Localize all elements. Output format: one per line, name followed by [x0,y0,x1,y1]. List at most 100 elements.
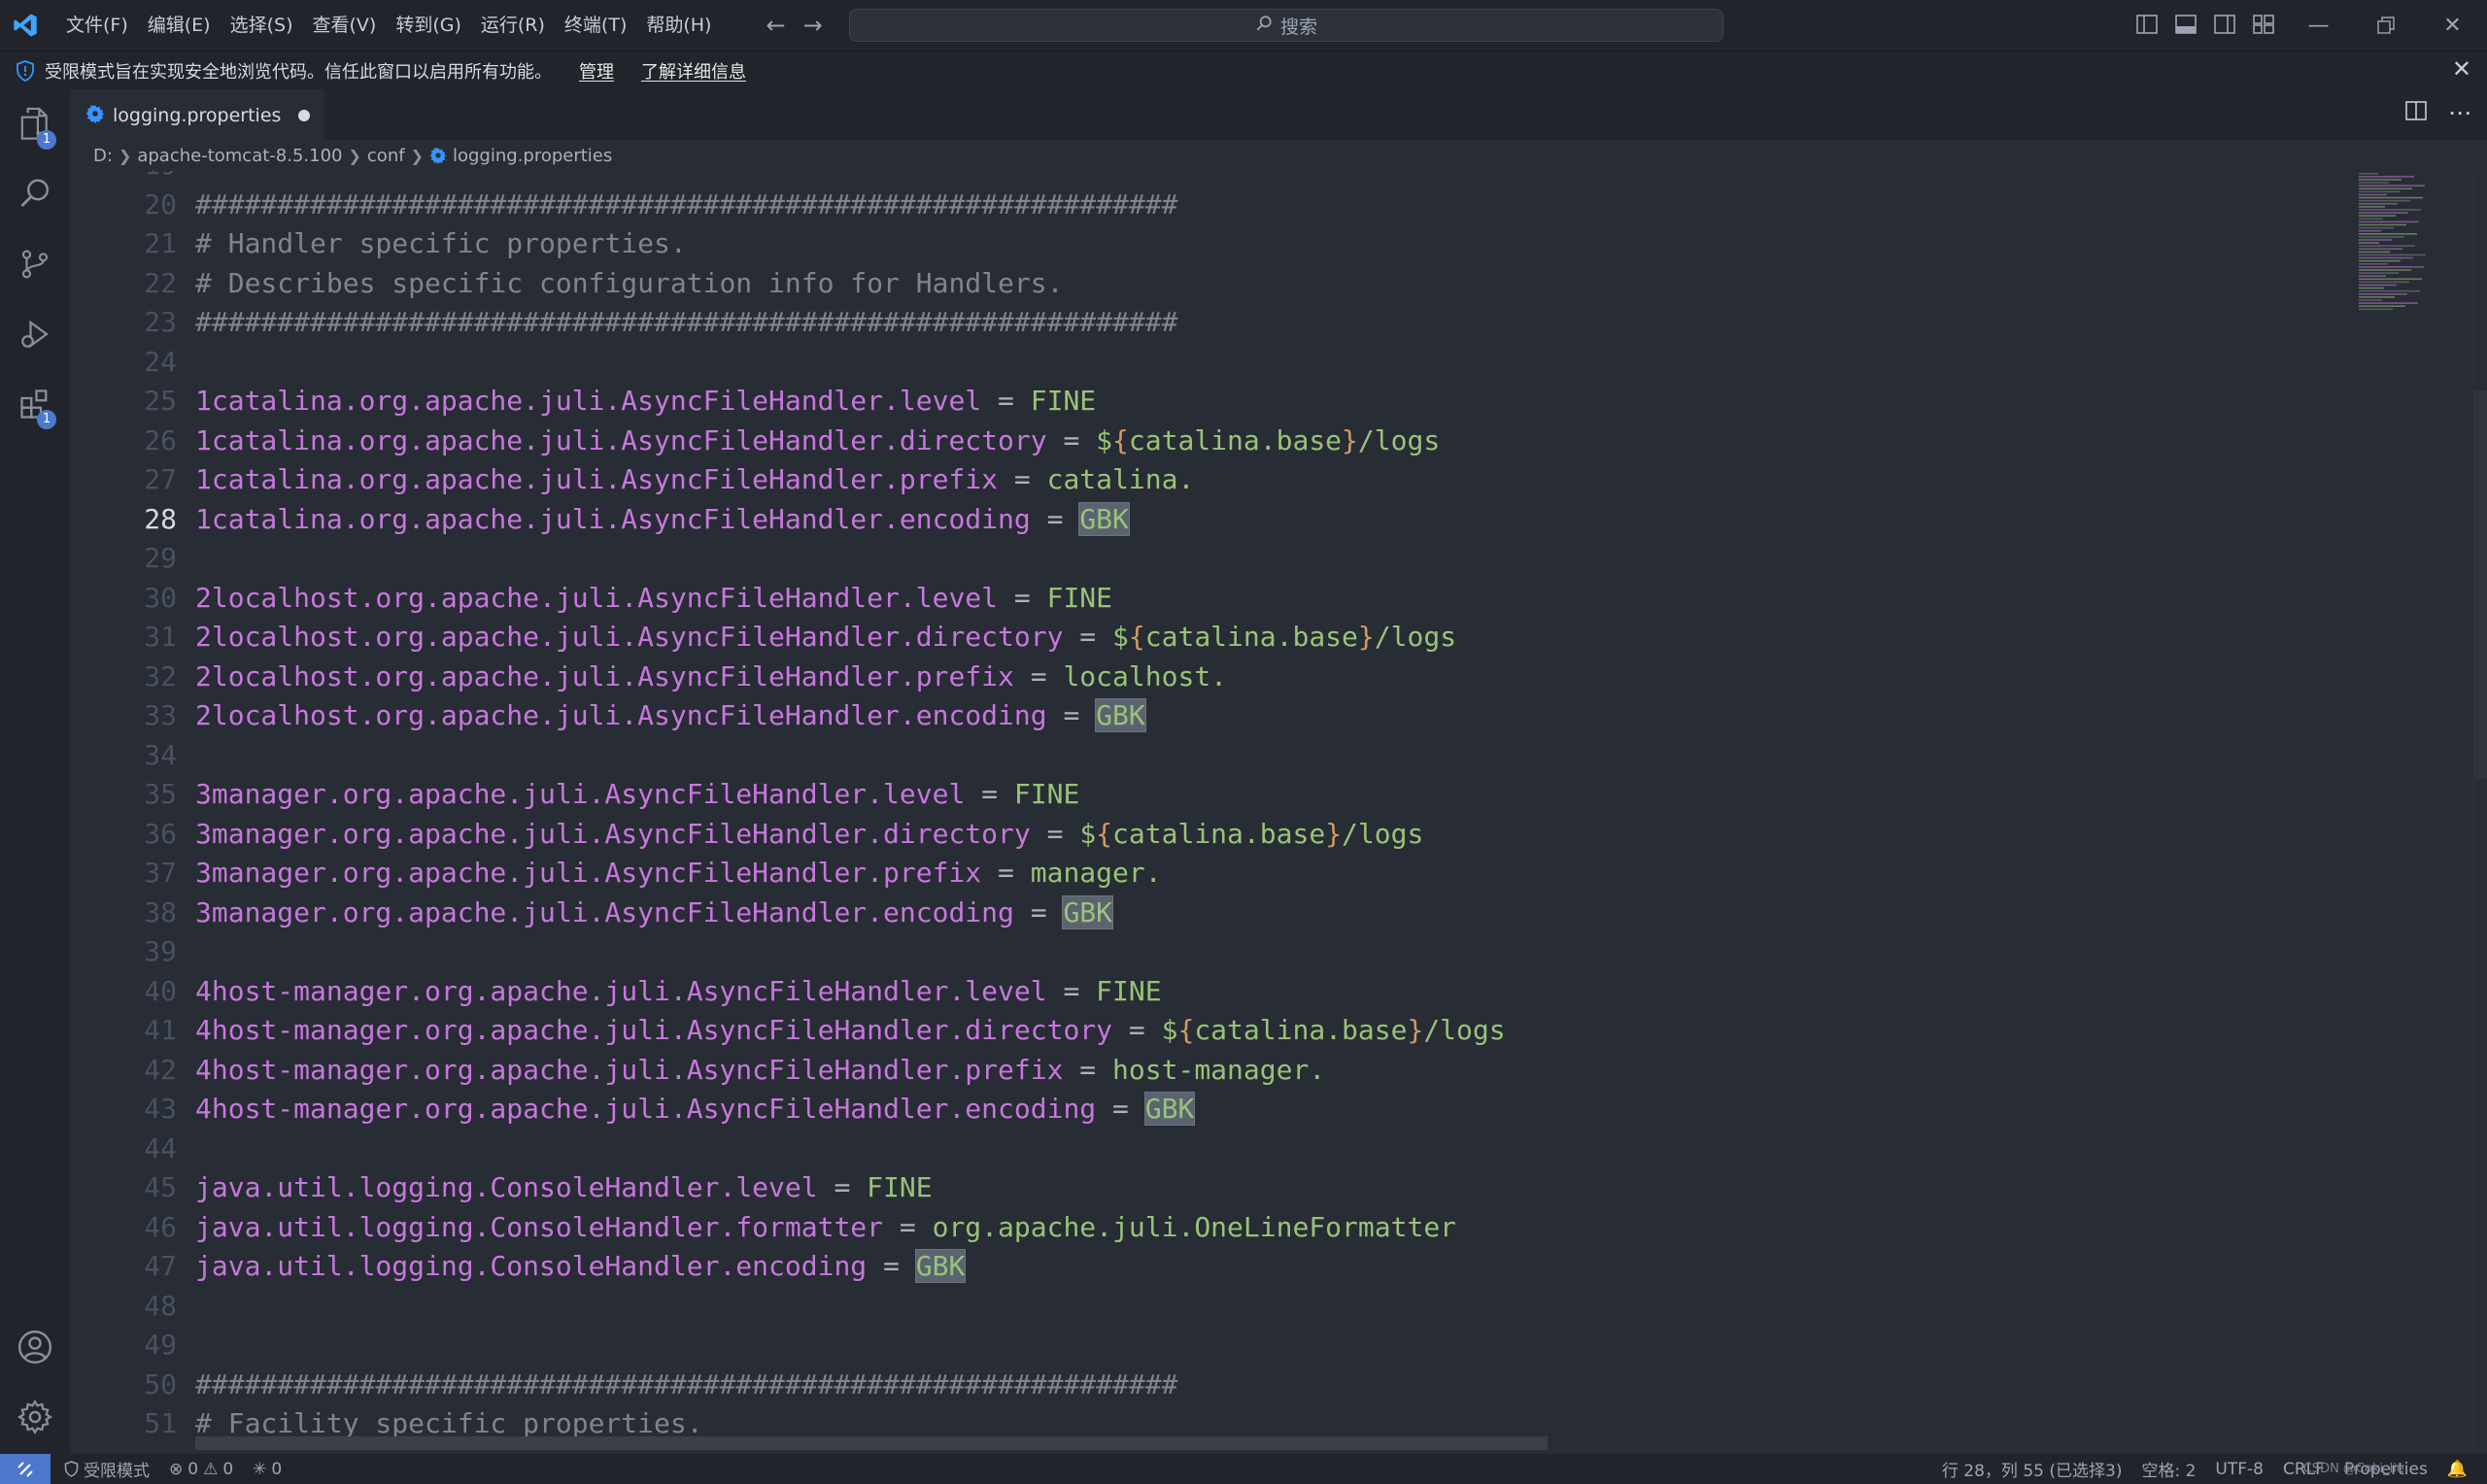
indentation[interactable]: 空格: 2 [2131,1457,2205,1481]
tab-logging-properties[interactable]: logging.properties [70,89,324,140]
code-line[interactable]: 4host-manager.org.apache.juli.AsyncFileH… [195,1051,1506,1091]
gear-file-icon [85,104,105,127]
code-line[interactable]: ########################################… [195,1366,1506,1405]
equals-sign: = [1030,502,1080,535]
code-line[interactable]: ########################################… [195,303,1506,343]
banner-learn-more-link[interactable]: 了解详细信息 [641,58,746,84]
settings-gear-icon[interactable] [0,1382,70,1452]
equals-sign: = [1046,974,1097,1007]
code-line[interactable]: java.util.logging.ConsoleHandler.level =… [195,1168,1506,1208]
code-line[interactable]: 3manager.org.apache.juli.AsyncFileHandle… [195,815,1506,855]
language-mode[interactable]: Properties CSDN @Coki_lie [2303,1460,2437,1479]
code-line[interactable] [195,171,1506,186]
file-encoding[interactable]: UTF-8 [2205,1460,2273,1479]
breadcrumb-folder[interactable]: apache-tomcat-8.5.100 [137,146,342,166]
code-line[interactable] [195,539,1506,579]
menu-go[interactable]: 转到(G) [386,8,471,43]
code-line[interactable] [195,932,1506,972]
brace-open: { [1128,621,1145,653]
horizontal-scrollbar[interactable] [195,1436,1548,1450]
code-line[interactable]: 2localhost.org.apache.juli.AsyncFileHand… [195,658,1506,697]
equals-sign: = [981,385,1031,417]
problems-status[interactable]: ⊗ 0 ⚠ 0 [159,1460,243,1479]
cursor-position[interactable]: 行 28，列 55 (已选择3) [1932,1457,2132,1481]
menu-selection[interactable]: 选择(S) [221,8,303,43]
code-line[interactable]: java.util.logging.ConsoleHandler.formatt… [195,1208,1506,1248]
customize-layout-icon[interactable] [2252,12,2275,37]
remote-indicator-icon[interactable] [0,1454,51,1484]
restore-icon[interactable] [2352,0,2419,51]
split-editor-icon[interactable] [2405,101,2427,124]
code-line[interactable] [195,736,1506,776]
code-line[interactable] [195,343,1506,383]
line-number: 42 [144,1053,177,1086]
line-number: 19 [70,171,177,186]
run-and-debug-icon[interactable] [0,299,70,369]
code-line[interactable] [195,1326,1506,1366]
code-line[interactable]: 1catalina.org.apache.juli.AsyncFileHandl… [195,382,1506,422]
comment: # Describes specific configuration info … [195,266,1064,299]
code-line[interactable]: java.util.logging.ConsoleHandler.encodin… [195,1247,1506,1287]
code-line[interactable]: # Describes specific configuration info … [195,264,1506,304]
unsaved-dot-icon[interactable] [298,110,311,121]
ports-status[interactable]: ✳ 0 [243,1460,291,1479]
banner-close-icon[interactable]: ✕ [2452,55,2471,83]
arrow-right-icon[interactable]: → [803,14,823,37]
restricted-mode-status[interactable]: 受限模式 [51,1457,159,1481]
vertical-scrollbar-thumb[interactable] [2473,390,2487,779]
command-center-search[interactable]: 搜索 [849,9,1723,42]
brace-close: } [1325,817,1343,850]
notifications-bell-icon[interactable]: 🔔 [2437,1460,2477,1479]
source-control-icon[interactable] [0,229,70,299]
code-line[interactable]: 4host-manager.org.apache.juli.AsyncFileH… [195,1011,1506,1051]
more-actions-icon[interactable]: ⋯ [2448,101,2471,124]
code-line[interactable]: 1catalina.org.apache.juli.AsyncFileHandl… [195,422,1506,461]
minimap-line [2359,245,2415,247]
code-line[interactable]: 3manager.org.apache.juli.AsyncFileHandle… [195,894,1506,933]
breadcrumb-drive[interactable]: D: [93,146,113,166]
menu-help[interactable]: 帮助(H) [636,8,721,43]
code-line[interactable]: 2localhost.org.apache.juli.AsyncFileHand… [195,618,1506,658]
code-area[interactable]: ########################################… [195,171,1506,1444]
code-line[interactable]: ########################################… [195,186,1506,225]
menu-edit[interactable]: 编辑(E) [138,8,221,43]
tab-label: logging.properties [113,105,282,126]
equals-sign: = [1013,895,1064,928]
code-line[interactable]: 4host-manager.org.apache.juli.AsyncFileH… [195,972,1506,1012]
menu-run[interactable]: 运行(R) [471,8,555,43]
code-line[interactable]: 2localhost.org.apache.juli.AsyncFileHand… [195,696,1506,736]
menu-view[interactable]: 查看(V) [303,8,387,43]
breadcrumb-file[interactable]: logging.properties [453,146,612,166]
code-line[interactable]: 4host-manager.org.apache.juli.AsyncFileH… [195,1090,1506,1130]
vertical-scrollbar[interactable] [2473,171,2487,1454]
code-line[interactable]: 2localhost.org.apache.juli.AsyncFileHand… [195,579,1506,619]
property-value: ${catalina.base}/logs [1096,424,1440,456]
menu-file[interactable]: 文件(F) [56,8,138,43]
minimap-line [2359,212,2408,214]
toggle-secondary-sidebar-icon[interactable] [2213,12,2236,37]
breadcrumb-subfolder[interactable]: conf [367,146,405,166]
toggle-primary-sidebar-icon[interactable] [2135,12,2159,37]
extensions-icon[interactable]: 1 [0,369,70,439]
minimap-line [2359,305,2405,307]
accounts-icon[interactable] [0,1312,70,1382]
close-window-icon[interactable]: ✕ [2419,0,2486,51]
minimap[interactable] [2357,171,2473,326]
minimap-line [2359,256,2413,259]
toggle-panel-icon[interactable] [2174,12,2197,37]
equals-sign: = [1013,659,1064,692]
explorer-icon[interactable]: 1 [0,89,70,159]
code-editor[interactable]: 1920 21 22 23 24 25 26 27 28 29 30 31 32 33 34 35 36 37 38… [70,171,2487,1454]
code-line[interactable]: 1catalina.org.apache.juli.AsyncFileHandl… [195,460,1506,500]
code-line[interactable]: 3manager.org.apache.juli.AsyncFileHandle… [195,854,1506,894]
banner-manage-link[interactable]: 管理 [579,58,614,84]
code-line[interactable]: 1catalina.org.apache.juli.AsyncFileHandl… [195,500,1506,540]
code-line[interactable] [195,1287,1506,1327]
code-line[interactable]: # Handler specific properties. [195,224,1506,264]
arrow-left-icon[interactable]: ← [766,14,785,37]
menu-terminal[interactable]: 终端(T) [555,8,636,43]
code-line[interactable] [195,1130,1506,1169]
minimize-icon[interactable]: — [2285,0,2352,51]
code-line[interactable]: 3manager.org.apache.juli.AsyncFileHandle… [195,775,1506,815]
search-sidebar-icon[interactable] [0,159,70,229]
